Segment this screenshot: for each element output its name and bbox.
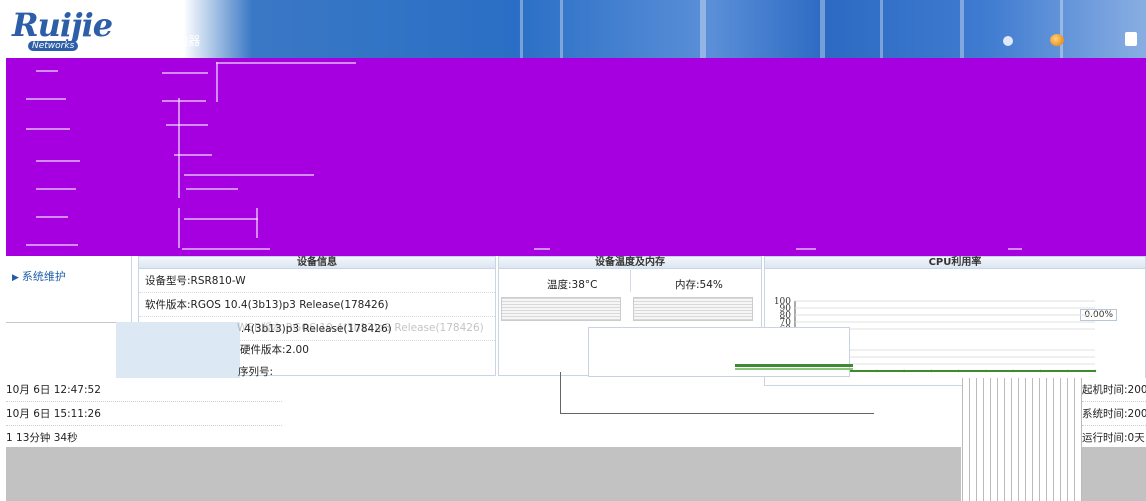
y-tick-label: 100 (774, 297, 791, 307)
cpu-data-point (957, 369, 960, 373)
exit-icon[interactable] (1125, 32, 1137, 46)
brand-logo: Ruijie Networks (10, 6, 132, 52)
time-info-right: 起机时间:2008 系统时间:2008 运行时间:0天 2 (1082, 378, 1146, 448)
sidebar-item-label: 系统维护 (21, 270, 66, 283)
hardware-version: 硬件版本:2.00 (240, 344, 309, 356)
cpu-data-point (984, 369, 988, 373)
time-info-left: 10月 6日 12:47:52 10月 6日 15:11:26 1 13分钟 3… (6, 378, 282, 450)
brand-logo-subtext: Networks (28, 41, 79, 51)
panel-title: 设备信息 (139, 257, 495, 269)
cpu-data-point (1011, 369, 1015, 373)
temperature-gauge (501, 297, 621, 321)
cpu-data-point (875, 369, 879, 373)
temperature-value: 温度:38°C (547, 279, 598, 291)
footer-area (1082, 447, 1146, 501)
globe-icon[interactable] (1050, 34, 1064, 46)
cpu-chart-fragment (560, 372, 874, 414)
serial-number: 序列号: (238, 366, 274, 378)
footer-area (6, 447, 961, 501)
memory-gauge (633, 297, 753, 321)
cpu-data-point (1066, 369, 1069, 373)
chart-series-line (735, 368, 853, 370)
start-time: 10月 6日 12:47:52 (6, 378, 282, 402)
web-version-fragment: WEB版本:RGOS 10.4(3b13)p3 Release(178426) (237, 322, 484, 334)
cpu-data-point (930, 369, 933, 373)
dropdown-overlay (6, 58, 1146, 256)
device-model: 设备型号:RSR810-W (139, 269, 495, 293)
panel-title: 设备温度及内存 (499, 257, 761, 269)
glitch-area (6, 322, 116, 378)
top-banner (0, 0, 1146, 58)
chart-series-line (735, 364, 853, 367)
glitch-area (116, 322, 240, 378)
user-icon[interactable] (1003, 36, 1013, 46)
software-version: 软件版本:RGOS 10.4(3b13)p3 Release(178426) (139, 293, 495, 317)
triangle-right-icon: ▶ (12, 273, 19, 283)
glitch-area (962, 378, 1082, 501)
divider (630, 270, 631, 292)
cpu-data-point (1093, 369, 1097, 373)
product-name: RSR路由器 (140, 34, 201, 48)
cpu-data-point (902, 369, 906, 373)
sidebar-item-system-maintenance[interactable]: ▶ 系统维护 (12, 268, 66, 284)
start-time-label: 起机时间:2008 (1082, 378, 1146, 402)
system-time-label: 系统时间:2008 (1082, 402, 1146, 426)
panel-title: CPU利用率 (765, 257, 1145, 269)
cpu-data-point (1039, 369, 1042, 373)
system-time: 10月 6日 15:11:26 (6, 402, 282, 426)
brand-logo-text: Ruijie (12, 6, 113, 44)
sidebar (6, 256, 132, 326)
memory-value: 内存:54% (675, 279, 723, 291)
uptime-label: 运行时间:0天 2 (1082, 426, 1146, 448)
